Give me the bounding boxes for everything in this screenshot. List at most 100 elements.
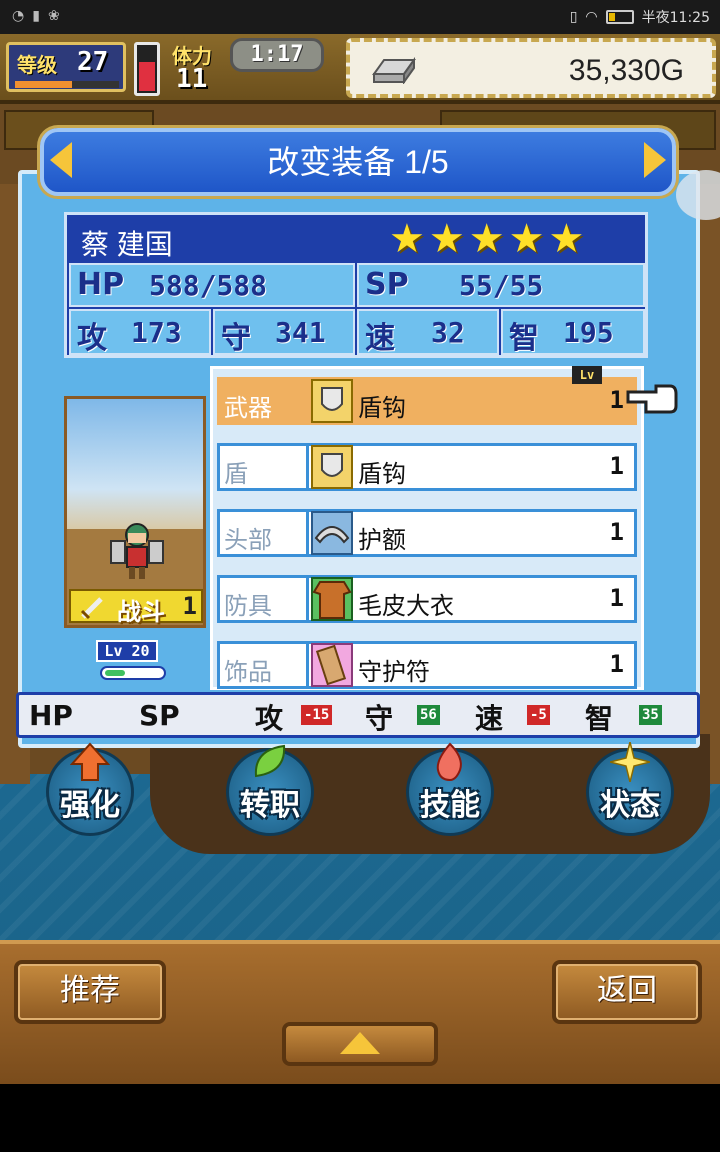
dialog-title: 改变装备 1/5 [267, 144, 449, 180]
rank-star-icon: ★ [508, 216, 545, 262]
fur-coat-icon [311, 577, 353, 621]
battery-icon [605, 10, 634, 24]
character-stats-panel: 蔡 建国 ★ ★ ★ ★ ★ HP 588/588 SP 55/55 攻 173 守 3… [64, 212, 648, 358]
character-exp-bar [100, 666, 166, 680]
def-value: 341 [275, 316, 326, 349]
player-level-box[interactable]: 等级 27 [6, 42, 126, 92]
character-rank-stars: ★ ★ ★ ★ ★ [389, 217, 584, 261]
character-exp-fill [105, 670, 125, 676]
system-indicators: ▯ ◠ 半夜11:25 [570, 7, 710, 27]
diff-int-value: 35 [639, 705, 662, 725]
rank-star-icon: ★ [428, 216, 465, 262]
character-name: 蔡 建国 [81, 229, 173, 260]
system-status-bar: ◔ ▮ ❀ ▯ ◠ 半夜11:25 [0, 0, 720, 34]
equipment-item-name: 守护符 [358, 659, 430, 686]
clock: 半夜11:25 [641, 10, 710, 26]
atk-cell: 攻 173 [69, 309, 211, 356]
equipment-item-name: 盾钩 [358, 395, 406, 422]
top-hud: 等级 27 体力 11 1:17 35,330G [0, 34, 720, 104]
enhance-button[interactable]: 强化 [40, 742, 140, 848]
stat-change-bar: HP SP 攻 -15 守 56 速 -5 智 35 [16, 692, 700, 738]
equipment-item-name: 毛皮大衣 [358, 593, 454, 620]
def-label: 守 [221, 321, 251, 356]
app-notification-icon: ◔ [12, 8, 25, 24]
change-job-button[interactable]: 转职 [220, 744, 320, 848]
diff-def-value: 56 [417, 705, 440, 725]
level-label: 等级 [17, 53, 57, 77]
stamina-timer: 1:17 [230, 38, 324, 72]
flame-icon [436, 742, 462, 782]
sword-icon [80, 597, 103, 620]
level-value: 27 [77, 47, 109, 77]
slot-divider [306, 578, 309, 620]
skills-label: 技能 [420, 788, 480, 823]
back-button[interactable]: 返回 [552, 960, 702, 1024]
expand-up-button[interactable] [282, 1022, 438, 1066]
atk-label: 攻 [77, 321, 107, 356]
equipment-item-name: 护额 [358, 527, 406, 554]
spd-cell: 速 32 [357, 309, 499, 356]
equipment-row[interactable]: 武器 盾钩 1 [217, 377, 637, 425]
wifi-icon: ◠ [585, 9, 598, 25]
job-level: 1 [182, 592, 197, 620]
recommend-button[interactable]: 推荐 [14, 960, 166, 1024]
sp-cell: SP 55/55 [357, 263, 645, 307]
notification-icons: ◔ ▮ ❀ [12, 8, 60, 24]
diff-spd-label: 速 [475, 702, 504, 735]
equipment-item-name: 盾钩 [358, 461, 406, 488]
equipment-item-level: 1 [609, 518, 624, 546]
job-tag: 战斗 1 [69, 589, 203, 626]
gold-box: 35,330G [346, 38, 716, 98]
character-level-tag: Lv 20 [96, 640, 158, 662]
spd-value: 32 [431, 316, 465, 349]
diff-atk-value: -15 [301, 705, 333, 725]
sp-label: SP [365, 267, 409, 302]
slot-divider [306, 380, 309, 422]
skills-button[interactable]: 技能 [400, 742, 500, 848]
hand-pointer-icon [626, 384, 678, 414]
equipment-row[interactable]: 防具 毛皮大衣 1 [217, 575, 637, 623]
battery-saver-icon: ▮ [32, 8, 40, 24]
shield-icon [311, 379, 353, 423]
equipment-slot-label: 头部 [224, 527, 272, 554]
equipment-row[interactable]: 饰品 守护符 1 [217, 641, 637, 689]
equipment-item-level: 1 [609, 452, 624, 480]
character-portrait[interactable]: 战斗 1 [64, 396, 206, 628]
up-arrow-icon [340, 1032, 380, 1054]
equipment-lv-header: Lv [572, 366, 602, 384]
equipment-row[interactable]: 头部 护额 1 [217, 509, 637, 557]
app-notification-icon-2: ❀ [47, 8, 60, 24]
slot-divider [306, 644, 309, 686]
int-cell: 智 195 [501, 309, 645, 356]
int-label: 智 [509, 321, 539, 356]
rank-star-icon: ★ [548, 216, 585, 262]
headband-icon [311, 511, 353, 555]
vibrate-icon: ▯ [569, 9, 578, 25]
equipment-item-level: 1 [609, 584, 624, 612]
atk-value: 173 [131, 316, 182, 349]
slot-divider [306, 512, 309, 554]
character-sprite [110, 523, 164, 579]
status-label: 状态 [600, 788, 660, 823]
talisman-icon [311, 643, 353, 687]
rank-star-icon: ★ [389, 216, 425, 262]
diff-atk-label: 攻 [255, 702, 284, 735]
next-character-button[interactable] [644, 142, 666, 178]
equipment-slot-label: 武器 [224, 395, 272, 422]
diff-int-label: 智 [585, 702, 614, 735]
equipment-row[interactable]: 盾 盾钩 1 [217, 443, 637, 491]
dialog-title-bar: 改变装备 1/5 [40, 128, 676, 196]
equipment-list: 武器 盾钩 1 盾盾钩 1 头部 护额 1 防具 毛皮大衣 1 饰品 守护符 1 [210, 366, 644, 690]
diff-spd-value: -5 [527, 705, 550, 725]
level-exp-fill [15, 81, 73, 88]
equipment-slot-label: 盾 [224, 461, 248, 488]
equipment-item-level: 1 [609, 650, 624, 678]
stamina-gauge [134, 42, 160, 96]
gold-bar-icon [372, 56, 416, 84]
leaf-icon [254, 744, 286, 778]
sp-value: 55/55 [459, 269, 544, 302]
status-button[interactable]: 状态 [580, 742, 680, 848]
stamina-gauge-fill [139, 62, 155, 91]
shield-icon [311, 445, 353, 489]
slot-divider [306, 446, 309, 488]
